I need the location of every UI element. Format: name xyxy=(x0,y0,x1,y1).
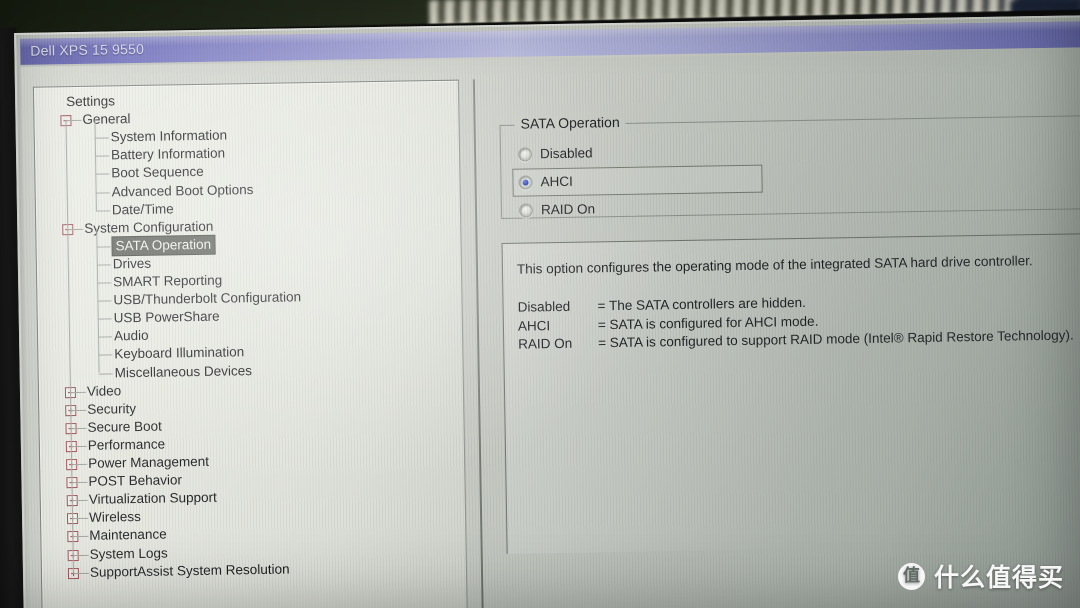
tree-item[interactable]: Boot Sequence xyxy=(49,163,204,184)
description-row-key: Disabled xyxy=(517,298,571,315)
description-row-value: = The SATA controllers are hidden. xyxy=(597,294,806,314)
settings-tree-panel[interactable]: Settings General System Information Battery… xyxy=(32,79,468,608)
description-rows: Disabled = The SATA controllers are hidde… xyxy=(503,234,1080,352)
tree-connector-line xyxy=(97,318,112,320)
tree-item[interactable]: SupportAssist System Resolution xyxy=(56,560,290,582)
tree-item[interactable]: Advanced Boot Options xyxy=(50,181,254,202)
tree-item[interactable]: Security xyxy=(53,400,136,419)
tree-item[interactable]: Wireless xyxy=(55,508,141,527)
tree-item[interactable]: General xyxy=(48,110,131,129)
tree-connector-line xyxy=(97,300,112,302)
description-row-key: RAID On xyxy=(518,335,573,352)
window-client-area: Settings General System Information Battery… xyxy=(20,48,1080,608)
settings-tree[interactable]: Settings General System Information Battery… xyxy=(48,86,468,579)
splitter-bar xyxy=(472,79,484,608)
radio-button-icon[interactable] xyxy=(518,203,534,218)
smzdm-watermark: 值 什么值得买 xyxy=(897,558,1064,594)
tree-item[interactable]: Miscellaneous Devices xyxy=(53,362,253,383)
radio-option[interactable]: Disabled xyxy=(517,143,718,162)
tree-item-label: SMART Reporting xyxy=(113,272,223,290)
tree-connector-line xyxy=(95,191,110,194)
bios-window: Dell XPS 15 9550 Settings General System I… xyxy=(14,14,1080,608)
radio-selected-dot xyxy=(522,179,529,186)
option-detail-panel: SATA Operation Disabled AHCI RAID On This … xyxy=(491,69,1080,608)
radio-option-label: Disabled xyxy=(539,145,593,162)
window-title: Dell XPS 15 9550 xyxy=(30,40,145,59)
tree-item-label: System Logs xyxy=(89,545,168,562)
tree-item[interactable]: USB PowerShare xyxy=(52,308,220,329)
tree-item-label: Advanced Boot Options xyxy=(111,181,254,199)
tree-item[interactable]: USB/Thunderbolt Configuration xyxy=(51,288,301,310)
tree-item-label: Date/Time xyxy=(111,200,174,217)
tree-item-label: Miscellaneous Devices xyxy=(114,362,253,380)
tree-item-label: Drives xyxy=(112,255,152,272)
description-row-key: AHCI xyxy=(517,317,551,334)
tree-item-label: SupportAssist System Resolution xyxy=(89,561,290,580)
photo-of-laptop-screen: Dell XPS 15 9550 Settings General System I… xyxy=(0,0,1080,608)
tree-item-label: Wireless xyxy=(88,509,141,526)
radio-option[interactable]: RAID On xyxy=(518,199,719,218)
tree-item-label: Video xyxy=(86,382,122,399)
tree-item-label: System Configuration xyxy=(84,218,214,236)
radio-option[interactable]: AHCI xyxy=(518,171,718,190)
tree-item-label: USB PowerShare xyxy=(113,308,220,326)
radio-button-icon[interactable] xyxy=(518,175,533,190)
tree-item-label: Virtualization Support xyxy=(88,489,217,508)
groupbox-title: SATA Operation xyxy=(514,113,626,132)
tree-item-label: Battery Information xyxy=(110,145,226,163)
description-row-value: = SATA is configured for AHCI mode. xyxy=(597,313,819,332)
description-intro: This option configures the operating mod… xyxy=(516,253,1033,277)
tree-item[interactable]: SATA Operation xyxy=(50,235,215,257)
panel-splitter[interactable] xyxy=(467,79,492,608)
radio-button-icon[interactable] xyxy=(517,147,533,162)
tree-item-label: Boot Sequence xyxy=(111,164,204,181)
sata-operation-radio-group[interactable]: Disabled AHCI RAID On xyxy=(491,69,1080,218)
tree-item-label: SATA Operation xyxy=(112,235,215,256)
tree-item-label: System Information xyxy=(110,127,228,145)
tree-item-label: Security xyxy=(87,400,137,417)
tree-item-label: Maintenance xyxy=(89,526,167,544)
tree-item[interactable]: Video xyxy=(53,382,122,401)
option-description-box: This option configures the operating mod… xyxy=(501,232,1080,554)
tree-item-label: Keyboard Illumination xyxy=(114,344,245,362)
tree-item-label: Secure Boot xyxy=(87,418,162,435)
tree-root-label: Settings xyxy=(66,93,116,110)
radio-option-label: AHCI xyxy=(540,173,573,190)
tree-item-label: POST Behavior xyxy=(88,472,183,489)
tree-item[interactable]: Date/Time xyxy=(50,200,174,220)
tree-item-label: Power Management xyxy=(88,453,210,471)
watermark-text: 什么值得买 xyxy=(933,563,1064,592)
description-row-value: = SATA is configured to support RAID mod… xyxy=(598,327,1074,351)
tree-item-label: Performance xyxy=(87,436,166,453)
watermark-badge-icon: 值 xyxy=(897,562,925,590)
radio-option-label: RAID On xyxy=(540,201,596,218)
tree-item-label: General xyxy=(82,111,131,127)
tree-item-label: USB/Thunderbolt Configuration xyxy=(113,289,302,308)
lcd-screen: Dell XPS 15 9550 Settings General System I… xyxy=(14,14,1080,608)
tree-item-label: Audio xyxy=(113,328,149,344)
